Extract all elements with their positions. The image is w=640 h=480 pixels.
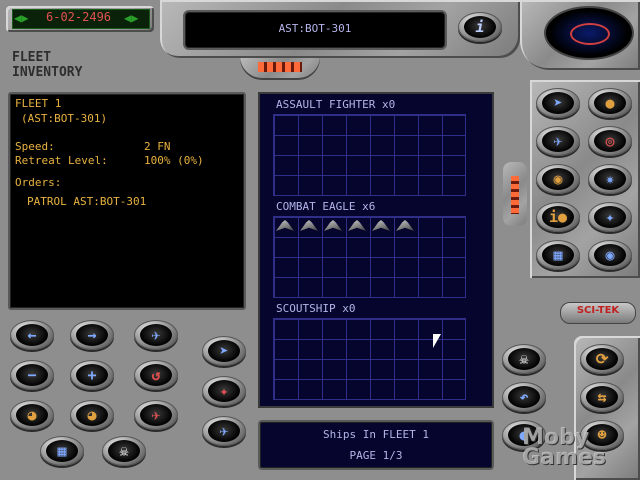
planet-attack-button[interactable]: ◉ [536,164,580,194]
launch-ship-icon: ➤ [208,340,240,362]
scoutship-grid[interactable] [273,318,466,400]
formation-button[interactable]: ✈ [202,416,246,446]
fleet-attack-button[interactable]: ✷ [588,164,632,194]
sector-grid-icon: ▦ [46,440,78,462]
section-title-combat-eagle: COMBAT EAGLE x6 [276,200,376,213]
prev-fleet-button[interactable]: ← [10,320,54,350]
compass-icon: ✦ [594,206,626,228]
watermark: Moby Games [522,425,634,470]
status-lights [258,62,302,72]
side-lights [511,176,519,214]
section-title-assault-fighter: ASSAULT FIGHTER x0 [276,98,396,111]
target-button[interactable]: ◎ [588,126,632,156]
target-icon: ◎ [594,130,626,152]
retreat-value: 100% (0%) [144,154,204,167]
fleet-orders-icon: ✈ [140,324,172,346]
bombard-button[interactable]: ◕ [70,400,114,430]
retreat-button[interactable]: ↺ [134,360,178,390]
panel-title-line2: INVENTORY [12,65,83,80]
location-text: AST:BOT-301 [278,22,352,35]
launch-button[interactable]: ➤ [202,336,246,366]
orders-value: PATROL AST:BOT-301 [27,195,147,208]
transfer-ship-button[interactable]: ➤ [536,88,580,118]
cycle-icon: ⟳ [586,348,618,370]
skull-icon: ☠ [108,440,140,462]
fleet-move-icon: ✈ [542,130,574,152]
planet-orbit-button[interactable]: ● [588,88,632,118]
panel-title: FLEET INVENTORY [12,50,82,80]
split-fleet-button[interactable]: ⇆ [580,382,624,412]
return-arrow-icon: ↶ [508,386,540,408]
speed-value: 2 FN [144,140,171,153]
plus-icon: + [76,364,108,386]
bombard-planet-icon: ◕ [76,404,108,426]
grid-map-icon: ▦ [542,244,574,266]
planet-info-button[interactable]: i● [536,202,580,232]
eye-icon: ◉ [594,244,626,266]
retreat-icon: ↺ [140,364,172,386]
watermark-text: Moby Games [522,425,606,470]
planet-info-icon: i● [542,206,574,228]
grid-map-button[interactable]: ▦ [536,240,580,270]
decrease-button[interactable]: − [10,360,54,390]
next-fleet-button[interactable]: → [70,320,114,350]
arrow-left-icon: ← [16,324,48,346]
fleet-attack-icon: ✷ [594,168,626,190]
escort-icon: ✈ [140,404,172,426]
split-icon: ⇆ [586,386,618,408]
merge-icon: ✦ [208,380,240,402]
navigation-button[interactable]: ✦ [588,202,632,232]
panel-title-line1: FLEET [12,50,52,65]
speed-label: Speed: [15,140,55,153]
page-indicator: PAGE 1/3 [349,449,403,462]
planet-icon: ● [594,92,626,114]
arrow-right-icon: → [76,324,108,346]
fleet-caption: Ships In FLEET 1 [323,428,429,441]
fleet-orders-button[interactable]: ✈ [134,320,178,350]
increase-button[interactable]: + [70,360,114,390]
colonize-button[interactable]: ◕ [10,400,54,430]
scrap-ship-button[interactable]: ☠ [502,344,546,374]
formation-icon: ✈ [208,420,240,442]
prev-date-arrow-icon[interactable]: ◀▶ [14,11,28,25]
galaxy-map-button[interactable] [544,6,634,60]
return-button[interactable]: ↶ [502,382,546,412]
brand-text: SCI-TEK [576,305,620,316]
orders-label: Orders: [15,176,62,189]
escort-button[interactable]: ✈ [134,400,178,430]
date-text: 6-02-2496 [46,10,112,24]
minus-icon: − [16,364,48,386]
fleet-name: FLEET 1 [15,97,62,110]
colonize-planet-icon: ◕ [16,404,48,426]
disband-button[interactable]: ☠ [102,436,146,466]
assault-fighter-grid[interactable] [273,114,466,196]
fleet-move-button[interactable]: ✈ [536,126,580,156]
retreat-label: Retreat Level: [15,154,108,167]
merge-fleet-button[interactable]: ✦ [202,376,246,406]
next-date-arrow-icon[interactable]: ◀▶ [124,11,138,25]
scan-button[interactable]: ◉ [588,240,632,270]
info-icon: i [464,16,496,38]
fleet-location: (AST:BOT-301) [21,112,108,125]
skull-icon: ☠ [508,348,540,370]
info-button[interactable]: i [458,12,502,42]
galaxy-icon [570,23,610,45]
mouse-cursor-icon [433,334,441,348]
sector-map-button[interactable]: ▦ [40,436,84,466]
ship-arrow-icon: ➤ [542,92,574,114]
cycle-button[interactable]: ⟳ [580,344,624,374]
section-title-scoutship: SCOUTSHIP x0 [276,302,356,315]
planet-attack-icon: ◉ [542,168,574,190]
